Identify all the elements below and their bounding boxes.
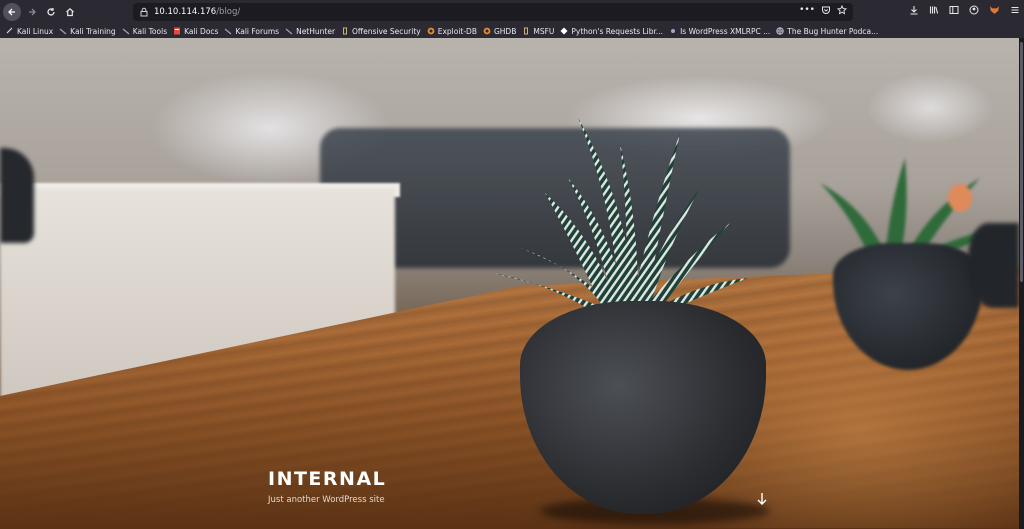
library-icon[interactable] <box>929 5 939 15</box>
globe-icon <box>776 27 784 35</box>
downloads-icon[interactable] <box>909 5 919 15</box>
bookmark-label: The Bug Hunter Podca... <box>787 26 879 36</box>
bookmark-label: GHDB <box>493 26 517 36</box>
page-scrollbar[interactable] <box>1019 38 1024 529</box>
bookmark-label: Is WordPress XMLRPC ... <box>680 26 771 36</box>
exploit-db-icon <box>427 27 435 35</box>
reload-button[interactable] <box>43 4 59 20</box>
hero-image: INTERNAL Just another WordPress site <box>0 38 1019 529</box>
bookmark-label: Kali Training <box>70 26 116 36</box>
url-host: 10.10.114.176 <box>154 7 217 17</box>
home-icon <box>66 7 74 17</box>
bookmark-label: Kali Docs <box>184 26 219 36</box>
bookmark-label: MSFU <box>533 26 555 36</box>
page-actions-icon[interactable]: ••• <box>799 5 815 15</box>
bookmark-item[interactable]: Exploit-DB <box>427 27 477 36</box>
forward-button[interactable] <box>24 4 40 20</box>
bookmark-item[interactable]: NetHunter <box>285 27 335 36</box>
arrow-right-icon <box>29 8 36 16</box>
bookmark-label: Exploit-DB <box>437 26 477 36</box>
extension-fox-icon[interactable] <box>989 4 1000 15</box>
globe-icon <box>671 29 676 33</box>
site-title[interactable]: INTERNAL <box>268 468 386 490</box>
back-button[interactable] <box>3 3 21 21</box>
bookmark-label: NetHunter <box>296 26 336 36</box>
bookmark-item[interactable]: Kali Tools <box>122 27 167 36</box>
exploit-db-icon <box>483 27 491 35</box>
python-icon <box>560 27 568 35</box>
site-branding: INTERNAL Just another WordPress site <box>268 468 386 505</box>
scrollbar-thumb[interactable] <box>1020 42 1023 282</box>
site-description: Just another WordPress site <box>268 495 385 505</box>
bookmark-item[interactable]: The Bug Hunter Podca... <box>776 27 878 36</box>
hamburger-menu-icon[interactable] <box>1010 5 1020 15</box>
bookmark-item[interactable]: GHDB <box>483 27 516 36</box>
succulent-leaves <box>492 118 748 318</box>
bookmark-item[interactable]: Python's Requests Libr... <box>560 27 663 36</box>
offsec-icon <box>524 27 529 35</box>
home-button[interactable] <box>62 4 78 20</box>
kali-dragon-icon <box>6 27 13 34</box>
browser-window: 10.10.114.176/blog/ ••• Kali Linux Kali … <box>0 0 1024 529</box>
kali-dragon-icon <box>122 28 130 35</box>
browser-toolbar: 10.10.114.176/blog/ ••• <box>0 0 1024 24</box>
kali-dragon-icon <box>225 28 232 35</box>
bookmark-item[interactable]: Kali Forums <box>224 27 279 36</box>
account-icon[interactable] <box>969 5 979 15</box>
bookmark-label: Kali Linux <box>17 26 54 36</box>
kali-dragon-icon <box>285 28 293 35</box>
background-object <box>0 148 34 243</box>
bookmark-label: Kali Forums <box>235 26 280 36</box>
url-path: /blog/ <box>216 7 241 17</box>
kali-dragon-icon <box>59 28 67 35</box>
bookmark-item[interactable]: Kali Docs <box>173 27 218 36</box>
bookmark-item[interactable]: Offensive Security <box>341 27 421 36</box>
bookmark-item[interactable]: Kali Training <box>59 27 116 36</box>
address-bar[interactable]: 10.10.114.176/blog/ ••• <box>133 3 853 21</box>
reload-icon <box>47 8 55 16</box>
arrow-left-icon <box>8 8 15 16</box>
scroll-down-arrow-icon[interactable] <box>755 491 769 507</box>
bookmarks-toolbar: Kali Linux Kali Training Kali Tools Kali… <box>0 24 1024 39</box>
bookmark-item[interactable]: Is WordPress XMLRPC ... <box>669 27 770 36</box>
background-plant-pot-edge <box>968 223 1019 308</box>
pocket-icon[interactable] <box>821 5 831 15</box>
bookmark-item[interactable]: Kali Linux <box>6 27 53 36</box>
sidebar-icon[interactable] <box>949 5 959 15</box>
bookmark-star-icon[interactable] <box>837 5 847 15</box>
bookmark-label: Offensive Security <box>352 26 421 36</box>
page-viewport: INTERNAL Just another WordPress site <box>0 38 1019 529</box>
bookmark-item[interactable]: MSFU <box>522 27 554 36</box>
bookmark-label: Python's Requests Libr... <box>571 26 664 36</box>
offsec-icon <box>343 27 348 35</box>
kali-docs-icon <box>174 27 181 35</box>
page-info-icon[interactable] <box>138 6 150 18</box>
bookmark-label: Kali Tools <box>132 26 168 36</box>
